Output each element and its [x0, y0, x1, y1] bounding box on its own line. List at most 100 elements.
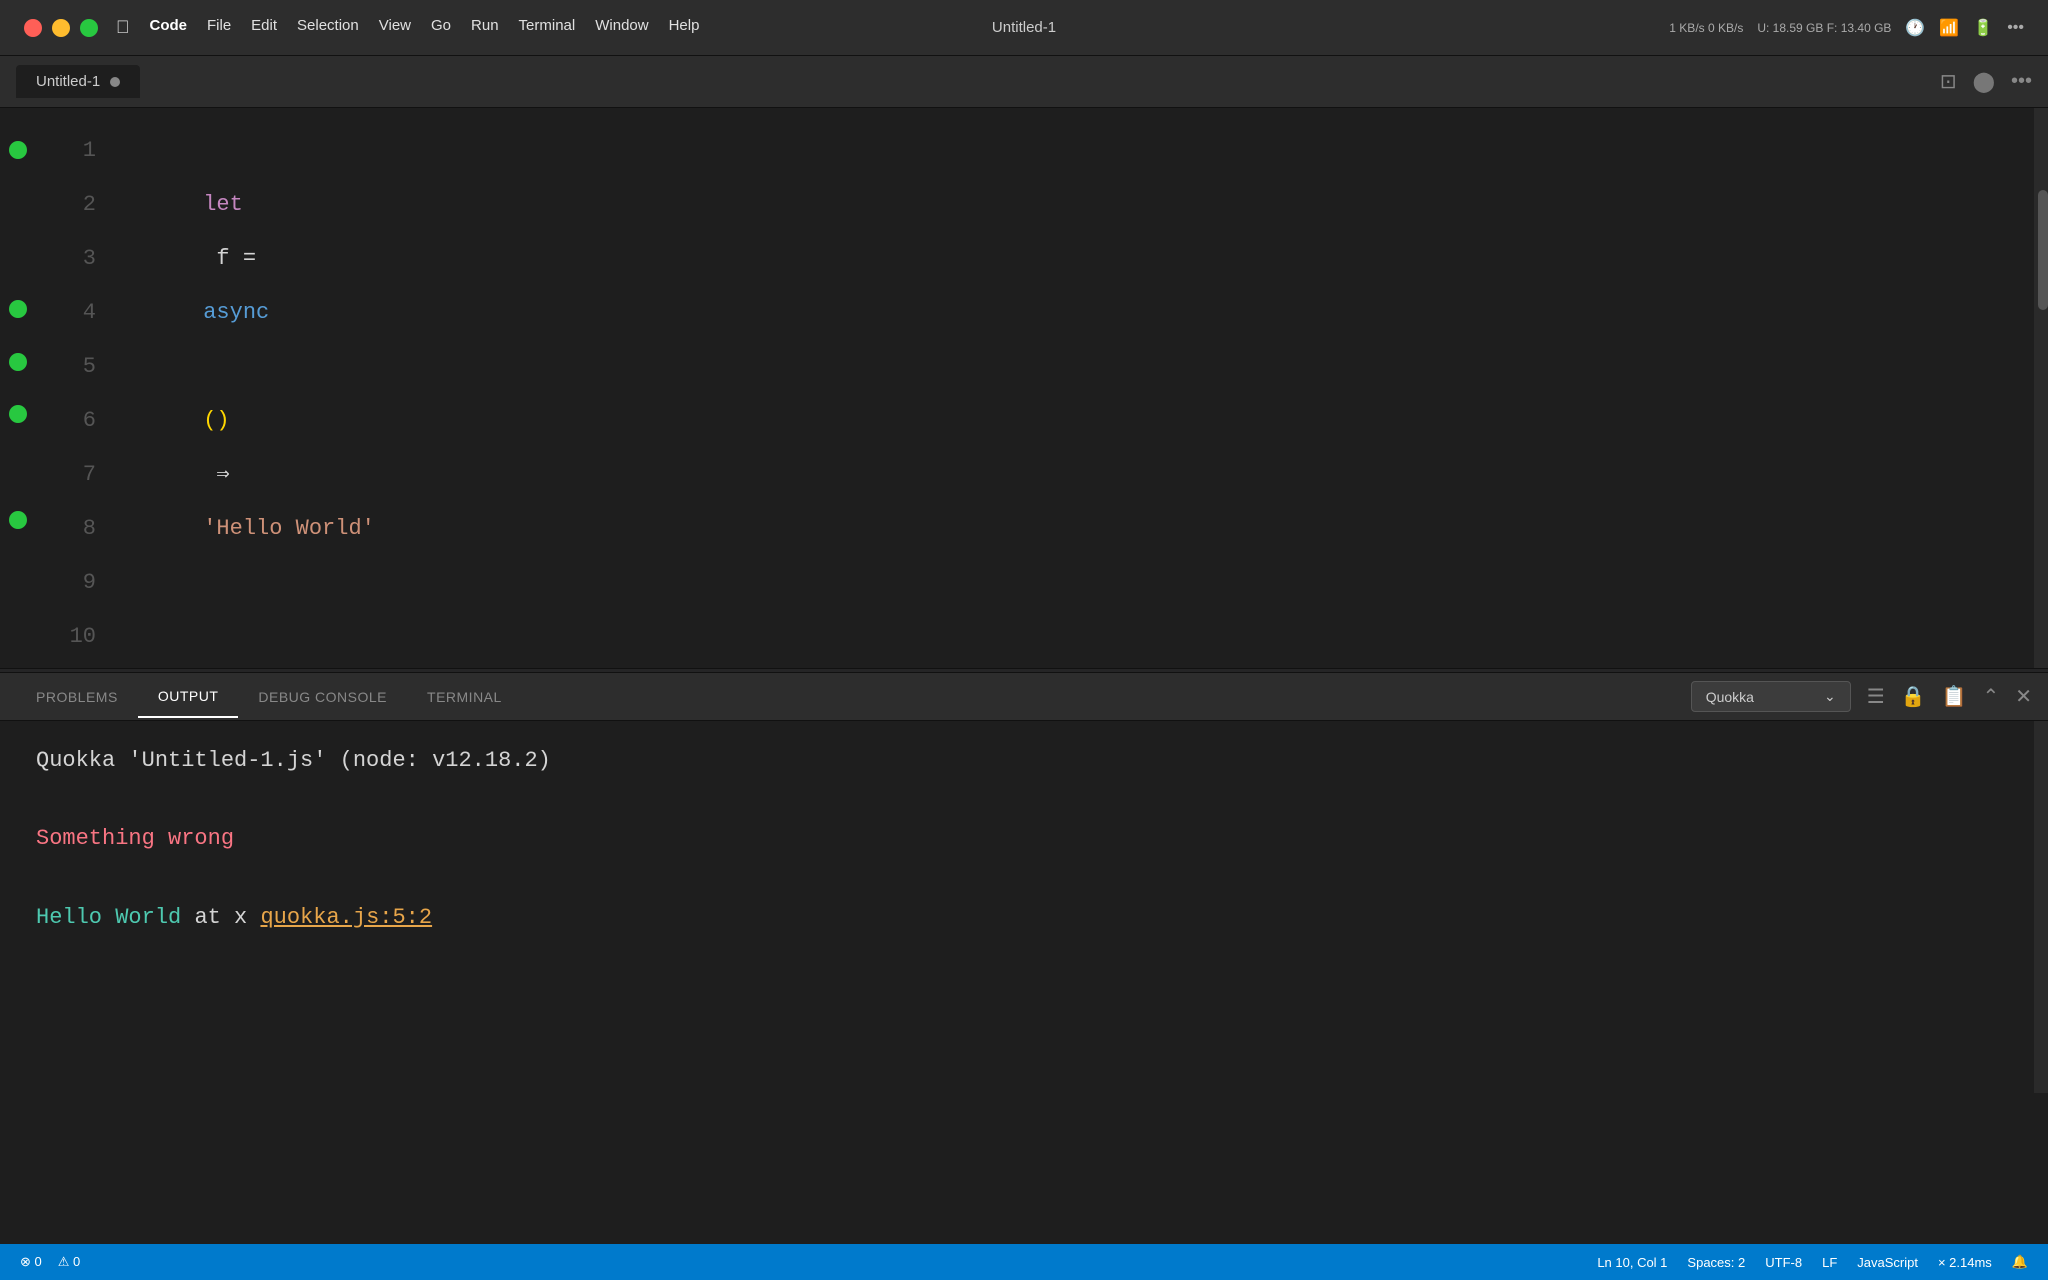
- tab-debug-console[interactable]: DEBUG CONSOLE: [238, 677, 407, 717]
- line-num-5: 5: [36, 340, 96, 394]
- output-source-dropdown[interactable]: Quokka ⌄: [1691, 681, 1851, 712]
- minimize-button[interactable]: [52, 19, 70, 37]
- paren-open: (): [203, 408, 229, 433]
- menu-file[interactable]: File: [207, 17, 231, 38]
- gutter-line-9: [0, 546, 36, 599]
- status-bar: ⊗ 0 ⚠ 0 Ln 10, Col 1 Spaces: 2 UTF-8 LF …: [0, 1244, 2048, 1280]
- tab-problems[interactable]: PROBLEMS: [16, 677, 138, 717]
- clear-output-button[interactable]: ☰: [1867, 684, 1885, 709]
- string-hello-world: 'Hello World': [203, 516, 375, 541]
- menu-help[interactable]: Help: [669, 17, 700, 38]
- menu-run[interactable]: Run: [471, 17, 499, 38]
- status-line-col[interactable]: Ln 10, Col 1: [1597, 1255, 1667, 1270]
- quokka-dot-6: [9, 405, 27, 423]
- lock-icon[interactable]: 🔒: [1901, 684, 1926, 709]
- battery-icon: 🔋: [1973, 18, 1993, 38]
- editor-tab-untitled[interactable]: Untitled-1: [16, 65, 140, 98]
- line-num-8: 8: [36, 502, 96, 556]
- menu-view[interactable]: View: [379, 17, 411, 38]
- traffic-lights: [24, 19, 98, 37]
- editor-tab-actions: ⊡ ⬤ •••: [1940, 69, 2032, 94]
- status-left: ⊗ 0 ⚠ 0: [20, 1254, 80, 1270]
- menu-window[interactable]: Window: [595, 17, 648, 38]
- space3: ⇒: [203, 462, 243, 487]
- close-button[interactable]: [24, 19, 42, 37]
- copy-icon[interactable]: 📋: [1942, 684, 1967, 709]
- code-line-1: let f = async () ⇒ 'Hello World': [116, 124, 2048, 610]
- more-actions-button[interactable]: •••: [2011, 70, 2032, 93]
- status-encoding[interactable]: UTF-8: [1765, 1255, 1802, 1270]
- expand-panel-button[interactable]: ⌃: [1982, 684, 1999, 709]
- output-line-1: Quokka 'Untitled-1.js' (node: v12.18.2): [36, 741, 2012, 780]
- status-line-ending[interactable]: LF: [1822, 1255, 1837, 1270]
- bottom-panel: PROBLEMS OUTPUT DEBUG CONSOLE TERMINAL Q…: [0, 673, 2048, 1093]
- status-language[interactable]: JavaScript: [1857, 1255, 1918, 1270]
- menu-code[interactable]: Code: [150, 17, 188, 38]
- editor-tab-bar: Untitled-1 ⊡ ⬤ •••: [0, 56, 2048, 108]
- gutter-line-5: [0, 335, 36, 388]
- menu-edit[interactable]: Edit: [251, 17, 277, 38]
- close-panel-button[interactable]: ✕: [2015, 684, 2032, 709]
- space2: [203, 354, 216, 379]
- line-num-4: 4: [36, 286, 96, 340]
- line-num-10: 10: [36, 610, 96, 664]
- status-right: Ln 10, Col 1 Spaces: 2 UTF-8 LF JavaScri…: [1597, 1254, 2028, 1270]
- gutter-line-7: [0, 441, 36, 494]
- panel-tab-bar: PROBLEMS OUTPUT DEBUG CONSOLE TERMINAL Q…: [0, 673, 2048, 721]
- line-num-6: 6: [36, 394, 96, 448]
- menu-selection[interactable]: Selection: [297, 17, 359, 38]
- titlebar:  Code File Edit Selection View Go Run T…: [0, 0, 2048, 56]
- gutter-line-8: [0, 494, 36, 547]
- editor-scrollbar[interactable]: [2034, 108, 2048, 668]
- output-line-4: [36, 859, 2012, 898]
- output-at-x: at x: [194, 905, 260, 930]
- gutter-line-10: [0, 599, 36, 652]
- menu-go[interactable]: Go: [431, 17, 451, 38]
- tab-modified-dot: [110, 77, 120, 87]
- line-num-3: 3: [36, 232, 96, 286]
- menu-terminal[interactable]: Terminal: [519, 17, 576, 38]
- panel-tab-actions: Quokka ⌄ ☰ 🔒 📋 ⌃ ✕: [1691, 681, 2032, 712]
- split-editor-button[interactable]: ⊡: [1940, 69, 1957, 94]
- output-quokka-link[interactable]: quokka.js:5:2: [260, 905, 432, 930]
- gutter-line-2: [0, 177, 36, 230]
- output-line-3: Something wrong: [36, 819, 2012, 858]
- editor-area: 1 2 3 4 5 6 7 8 9 10 let f = async () ⇒ …: [0, 108, 2048, 668]
- code-line-2: [116, 610, 2048, 668]
- keyword-let: let: [203, 192, 243, 217]
- output-scrollbar[interactable]: [2034, 721, 2048, 1093]
- breakpoint-gutter: [0, 108, 36, 668]
- status-quokka-time[interactable]: × 2.14ms: [1938, 1255, 1992, 1270]
- line-num-9: 9: [36, 556, 96, 610]
- output-line-5: Hello World at x quokka.js:5:2: [36, 898, 2012, 937]
- output-panel-content: Quokka 'Untitled-1.js' (node: v12.18.2) …: [0, 721, 2048, 1093]
- maximize-button[interactable]: [80, 19, 98, 37]
- status-errors[interactable]: ⊗ 0: [20, 1254, 42, 1270]
- gutter-line-3: [0, 230, 36, 283]
- tab-label: Untitled-1: [36, 73, 100, 90]
- tab-terminal[interactable]: TERMINAL: [407, 677, 522, 717]
- line-num-7: 7: [36, 448, 96, 502]
- chevron-down-icon: ⌄: [1824, 688, 1836, 705]
- network-stats: 1 KB/s 0 KB/s: [1669, 21, 1743, 35]
- output-line-2: [36, 780, 2012, 819]
- quokka-dot-8: [9, 511, 27, 529]
- status-warnings[interactable]: ⚠ 0: [58, 1254, 81, 1270]
- more-icon[interactable]: •••: [2007, 19, 2024, 37]
- code-editor[interactable]: let f = async () ⇒ 'Hello World' try { l…: [116, 108, 2048, 668]
- gutter-line-4: [0, 282, 36, 335]
- quokka-dot-4: [9, 300, 27, 318]
- keyword-async: async: [203, 300, 269, 325]
- line-numbers: 1 2 3 4 5 6 7 8 9 10: [36, 108, 116, 668]
- line-num-1: 1: [36, 124, 96, 178]
- circle-icon: ⬤: [1973, 69, 1995, 94]
- line-num-2: 2: [36, 178, 96, 232]
- tab-output[interactable]: OUTPUT: [138, 676, 239, 718]
- status-spaces[interactable]: Spaces: 2: [1687, 1255, 1745, 1270]
- output-hello-world: Hello World: [36, 905, 181, 930]
- space: f =: [203, 246, 269, 271]
- gutter-line-6: [0, 388, 36, 441]
- apple-menu[interactable]: : [116, 17, 130, 38]
- window-title: Untitled-1: [992, 19, 1056, 36]
- notification-icon[interactable]: 🔔: [2012, 1254, 2028, 1270]
